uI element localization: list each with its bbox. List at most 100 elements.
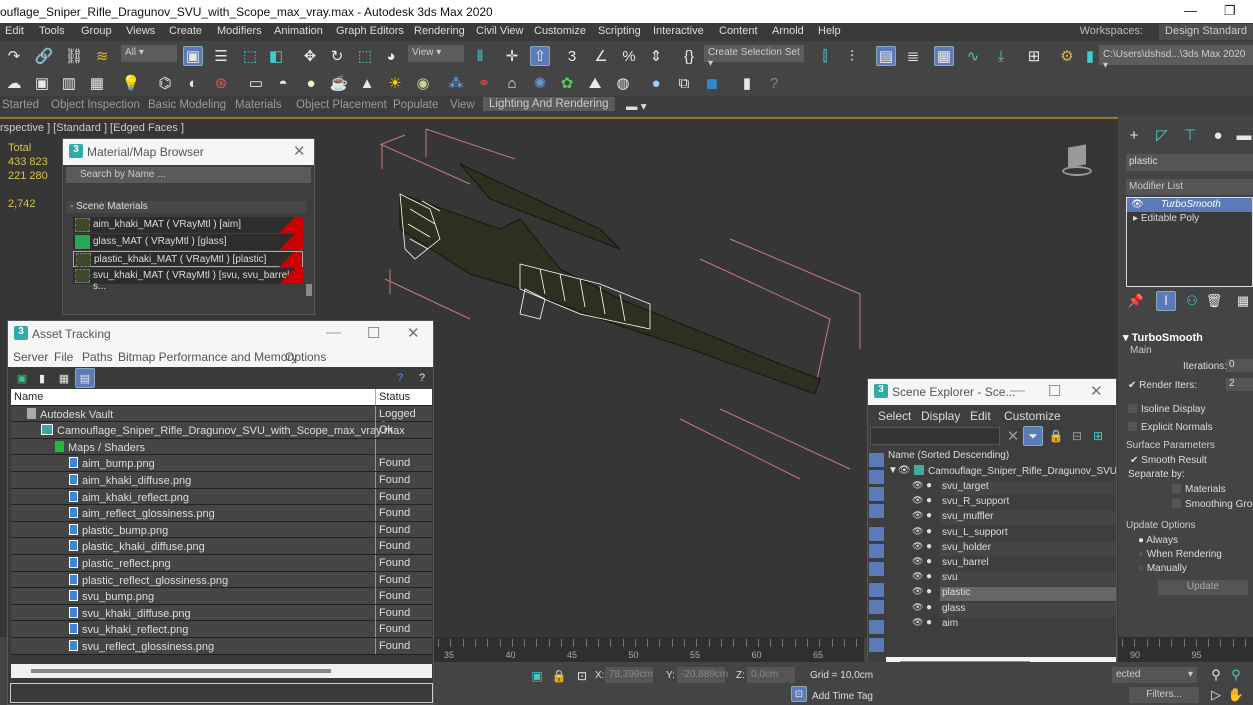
menu-tools[interactable]: Tools: [39, 25, 65, 37]
placement-icon[interactable]: ◕: [381, 46, 401, 66]
radio-manually[interactable]: ● Manually: [1138, 563, 1187, 574]
displacement-icon[interactable]: ⛰: [585, 73, 605, 93]
absolute-mode-icon[interactable]: ⊡: [572, 666, 592, 686]
render-setup-icon[interactable]: ⚙: [1057, 46, 1077, 66]
thumbnail-icon[interactable]: ▦: [54, 368, 74, 388]
horizontal-scrollbar[interactable]: [11, 664, 432, 678]
create-selection-set-dropdown[interactable]: Create Selection Set ▾: [704, 45, 804, 69]
spinner-snap-icon[interactable]: ⇕: [646, 46, 666, 66]
stack-item-editable-poly[interactable]: ▸ Editable Poly: [1127, 212, 1252, 226]
clear-search-icon[interactable]: ✕: [1003, 426, 1023, 446]
minimize-button[interactable]: —: [326, 324, 341, 341]
dome-light-icon[interactable]: ◓: [273, 73, 293, 93]
menu-paths[interactable]: Paths: [82, 350, 113, 364]
material-item[interactable]: aim_khaki_MAT ( VRayMtl ) [aim]: [73, 217, 303, 233]
minimize-button[interactable]: —: [1010, 382, 1025, 399]
time-slider-right[interactable]: 9095100: [1118, 637, 1253, 662]
sun-icon[interactable]: ☀: [385, 73, 405, 93]
smoothing-groups-checkbox[interactable]: Smoothing Groups: [1172, 499, 1253, 510]
converter-icon[interactable]: ▮: [737, 73, 757, 93]
y-coordinate-field[interactable]: -20,889cm: [677, 667, 728, 683]
display-xrefs-icon[interactable]: [869, 583, 884, 597]
mesh-light-icon[interactable]: ◉: [413, 73, 433, 93]
pivot-center-icon[interactable]: ⫴: [470, 46, 490, 66]
create-tab-icon[interactable]: +: [1124, 125, 1144, 145]
table-row[interactable]: Camouflage_Sniper_Rifle_Dragunov_SVU_wit…: [11, 422, 432, 439]
materials-checkbox[interactable]: Materials: [1172, 484, 1226, 495]
visibility-eye-icon[interactable]: 👁: [912, 541, 923, 552]
visibility-eye-icon[interactable]: 👁: [912, 571, 923, 582]
table-row[interactable]: svu_reflect_glossiness.png Found: [11, 637, 432, 655]
display-lights-icon[interactable]: [869, 487, 884, 501]
menu-display[interactable]: Display: [921, 409, 960, 423]
ribbon-toggle-icon[interactable]: ▦: [934, 46, 954, 66]
display-groups-icon[interactable]: [869, 562, 884, 576]
menu-scripting[interactable]: Scripting: [598, 25, 641, 37]
help-icon[interactable]: ?: [764, 73, 784, 93]
freeze-toggle-icon[interactable]: ●: [926, 495, 932, 506]
hierarchy-tab-icon[interactable]: ⊤: [1180, 125, 1200, 145]
freeze-toggle-icon[interactable]: ●: [926, 541, 932, 552]
window-crossing-icon[interactable]: ◧: [266, 46, 286, 66]
gear-sphere-icon[interactable]: ✺: [530, 73, 550, 93]
menu-edit[interactable]: Edit: [970, 409, 991, 423]
scrollbar-thumb[interactable]: [31, 669, 331, 673]
menu-modifiers[interactable]: Modifiers: [217, 25, 262, 37]
freeze-toggle-icon[interactable]: ●: [926, 586, 932, 597]
add-time-tag-button[interactable]: Add Time Tag: [812, 691, 873, 702]
selection-filter-dropdown[interactable]: All ▾: [121, 45, 177, 62]
radio-always[interactable]: ● Always: [1138, 535, 1178, 546]
viewcube[interactable]: [1058, 142, 1094, 178]
render-iters-checkbox[interactable]: ✔ Render Iters:: [1128, 380, 1197, 391]
curve-editor-icon[interactable]: ∿: [963, 46, 983, 66]
mirror-icon[interactable]: ⫿: [815, 46, 835, 66]
render-camera-icon[interactable]: ⊛: [211, 73, 231, 93]
material-copy-icon[interactable]: ⧉: [674, 73, 694, 93]
molecule-icon[interactable]: ⚭: [474, 73, 494, 93]
explicit-normals-checkbox[interactable]: Explicit Normals: [1128, 422, 1213, 433]
scene-object-row[interactable]: 👁 ● aim: [888, 617, 1116, 632]
object-properties-icon[interactable]: ◼: [702, 73, 722, 93]
cloud-icon[interactable]: ☁: [4, 73, 24, 93]
time-tag-icon[interactable]: ⊡: [791, 686, 807, 702]
grass-icon[interactable]: ✿: [557, 73, 577, 93]
visibility-eye-icon[interactable]: 👁: [912, 526, 923, 537]
table-row[interactable]: Maps / Shaders: [11, 438, 432, 456]
mmb-scrollbar[interactable]: [306, 284, 312, 296]
radio-when-rendering[interactable]: ● When Rendering: [1138, 549, 1222, 560]
scene-materials-header[interactable]: - Scene Materials: [66, 201, 306, 213]
visibility-eye-icon[interactable]: 👁: [912, 480, 923, 491]
close-icon[interactable]: ✕: [293, 142, 306, 160]
context-help-icon[interactable]: ?: [412, 368, 432, 388]
select-manipulate-icon[interactable]: ✛: [502, 46, 522, 66]
table-row[interactable]: aim_khaki_reflect.png Found: [11, 488, 432, 506]
display-tab-icon[interactable]: ▬: [1234, 125, 1253, 145]
sphere-light-icon[interactable]: ●: [301, 73, 321, 93]
table-row[interactable]: svu_khaki_reflect.png Found: [11, 621, 432, 638]
link-icon[interactable]: 🔗: [34, 46, 54, 66]
viewport-label[interactable]: rspective ] [Standard ] [Edged Faces ]: [0, 122, 184, 134]
menu-content[interactable]: Content: [719, 25, 758, 37]
maximize-button[interactable]: ☐: [1048, 382, 1061, 400]
selection-lock-icon[interactable]: ▣: [527, 666, 547, 686]
column-name[interactable]: Name: [14, 391, 43, 403]
field-of-view-icon[interactable]: ▷: [1206, 685, 1226, 705]
reference-coordinate-dropdown[interactable]: View ▾: [408, 45, 464, 62]
help-icon[interactable]: ?: [390, 368, 410, 388]
pan-hand-icon[interactable]: ✋: [1226, 685, 1246, 705]
bind-space-warp-icon[interactable]: ≋: [92, 46, 112, 66]
filter-icon[interactable]: ⏷: [1023, 426, 1043, 446]
tab-object-placement[interactable]: Object Placement: [296, 99, 387, 111]
freeze-toggle-icon[interactable]: ●: [926, 526, 932, 537]
make-unique-icon[interactable]: ⚇: [1182, 291, 1202, 311]
camera-icon[interactable]: ⌬: [155, 73, 175, 93]
move-icon[interactable]: ✥: [300, 46, 320, 66]
tab-populate[interactable]: Populate: [393, 99, 438, 111]
proxy-icon[interactable]: ⌂: [502, 73, 522, 93]
scene-object-row[interactable]: 👁 ● svu_target: [888, 480, 1116, 495]
asset-path-field[interactable]: [10, 683, 433, 703]
material-item[interactable]: plastic_khaki_MAT ( VRayMtl ) [plastic]: [73, 251, 303, 268]
panel-icon[interactable]: ▥: [59, 73, 79, 93]
rectangular-selection-icon[interactable]: ⬚: [240, 46, 260, 66]
scene-object-row[interactable]: 👁 ● plastic: [888, 586, 1116, 602]
